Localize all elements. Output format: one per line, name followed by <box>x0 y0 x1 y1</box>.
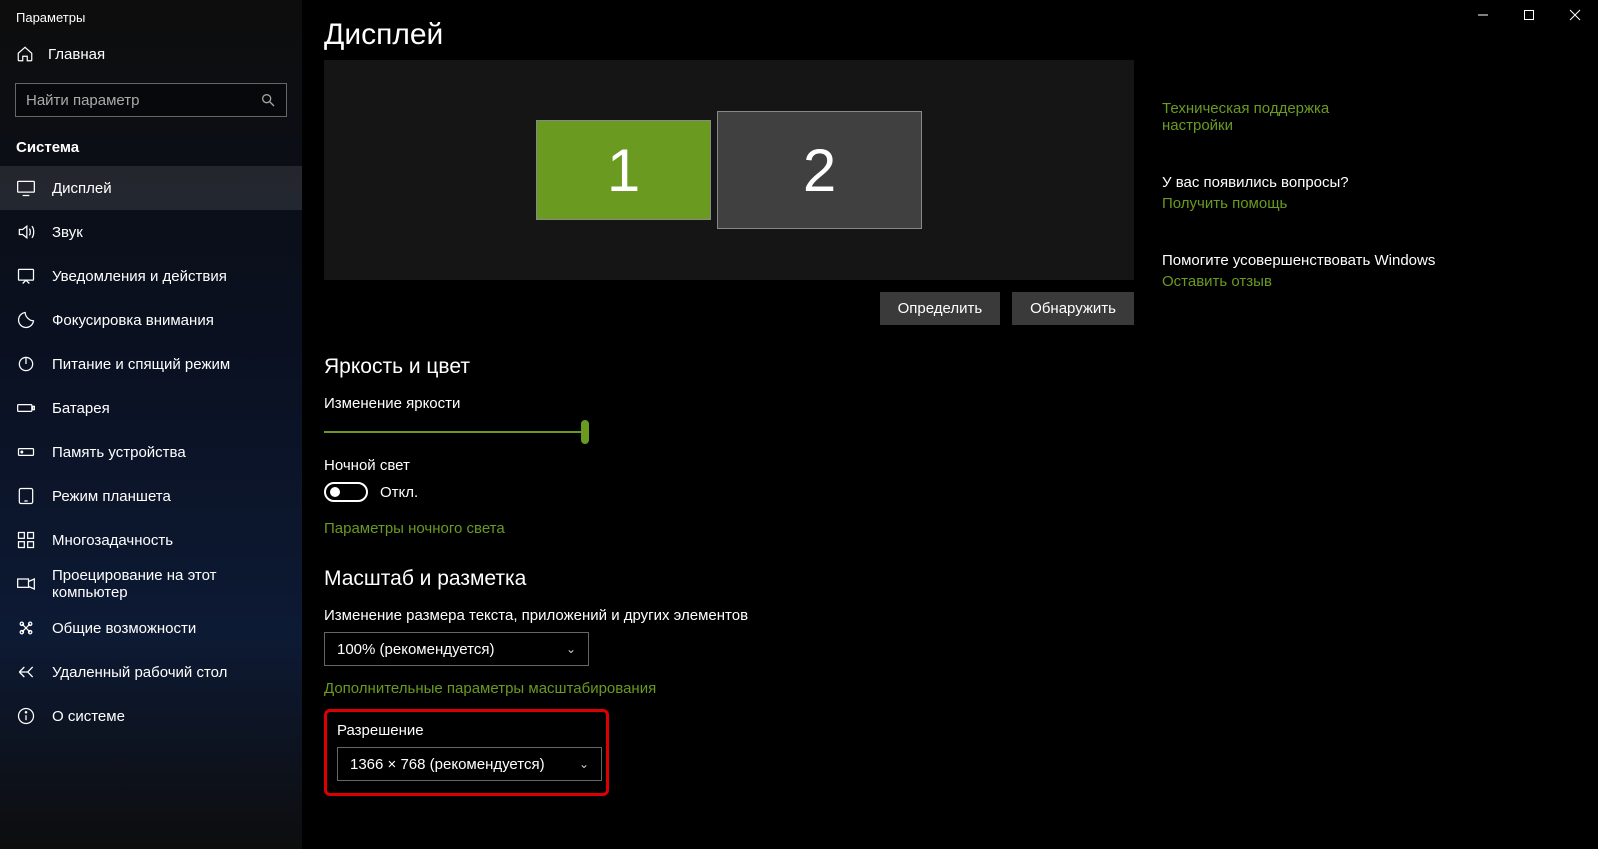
nav-label: Дисплей <box>52 180 112 197</box>
feedback-heading: Помогите усовершенствовать Windows <box>1162 252 1502 269</box>
nav-power[interactable]: Питание и спящий режим <box>0 342 302 386</box>
nav-sound[interactable]: Звук <box>0 210 302 254</box>
nav-remote[interactable]: Удаленный рабочий стол <box>0 650 302 694</box>
night-light-settings-link[interactable]: Параметры ночного света <box>324 520 505 537</box>
scale-select[interactable]: 100% (рекомендуется) ⌄ <box>324 632 589 666</box>
brightness-label: Изменение яркости <box>324 395 1162 412</box>
nav-label: Проецирование на этот компьютер <box>52 567 286 601</box>
minimize-button[interactable] <box>1460 0 1506 30</box>
search-input[interactable] <box>16 92 260 109</box>
scale-label: Изменение размера текста, приложений и д… <box>324 607 1162 624</box>
get-help-link[interactable]: Получить помощь <box>1162 195 1502 212</box>
home-button[interactable]: Главная <box>0 33 302 75</box>
maximize-button[interactable] <box>1506 0 1552 30</box>
nav-about[interactable]: О системе <box>0 694 302 738</box>
about-icon <box>16 706 36 726</box>
main-area: Дисплей 1 2 Определить Обнаружить Яркост… <box>302 0 1598 849</box>
detect-button[interactable]: Обнаружить <box>1012 292 1134 325</box>
advanced-scale-link[interactable]: Дополнительные параметры масштабирования <box>324 680 656 697</box>
nav-label: Память устройства <box>52 444 186 461</box>
nav-label: Уведомления и действия <box>52 268 227 285</box>
monitor-2[interactable]: 2 <box>717 111 922 229</box>
identify-button[interactable]: Определить <box>880 292 1001 325</box>
resolution-label: Разрешение <box>337 722 596 739</box>
category-header: Система <box>0 129 302 166</box>
feedback-link[interactable]: Оставить отзыв <box>1162 273 1502 290</box>
brightness-slider[interactable] <box>324 431 589 433</box>
tablet-icon <box>16 486 36 506</box>
night-light-label: Ночной свет <box>324 457 1162 474</box>
right-panel: Техническая поддержка настройки У вас по… <box>1162 0 1502 849</box>
sound-icon <box>16 222 36 242</box>
nav-multitask[interactable]: Многозадачность <box>0 518 302 562</box>
display-icon <box>16 178 36 198</box>
brightness-heading: Яркость и цвет <box>324 355 1162 379</box>
resolution-select[interactable]: 1366 × 768 (рекомендуется) ⌄ <box>337 747 602 781</box>
window-title: Параметры <box>0 0 302 33</box>
nav-label: О системе <box>52 708 125 725</box>
nav-label: Питание и спящий режим <box>52 356 230 373</box>
home-label: Главная <box>48 46 105 63</box>
close-button[interactable] <box>1552 0 1598 30</box>
project-icon <box>16 574 36 594</box>
night-light-toggle[interactable] <box>324 482 368 502</box>
resolution-highlight-box: Разрешение 1366 × 768 (рекомендуется) ⌄ <box>324 709 609 796</box>
window-controls <box>1460 0 1598 30</box>
remote-icon <box>16 662 36 682</box>
battery-icon <box>16 398 36 418</box>
nav-shared[interactable]: Общие возможности <box>0 606 302 650</box>
nav-label: Фокусировка внимания <box>52 312 214 329</box>
nav-label: Режим планшета <box>52 488 171 505</box>
questions-heading: У вас появились вопросы? <box>1162 174 1502 191</box>
resolution-value: 1366 × 768 (рекомендуется) <box>350 756 545 773</box>
nav-project[interactable]: Проецирование на этот компьютер <box>0 562 302 606</box>
storage-icon <box>16 442 36 462</box>
shared-icon <box>16 618 36 638</box>
scale-value: 100% (рекомендуется) <box>337 641 494 658</box>
nav-notifications[interactable]: Уведомления и действия <box>0 254 302 298</box>
nav-label: Многозадачность <box>52 532 173 549</box>
focus-icon <box>16 310 36 330</box>
scale-heading: Масштаб и разметка <box>324 567 1162 591</box>
nav-label: Батарея <box>52 400 110 417</box>
night-light-state: Откл. <box>380 484 418 501</box>
nav-focus[interactable]: Фокусировка внимания <box>0 298 302 342</box>
support-link[interactable]: Техническая поддержка настройки <box>1162 100 1502 134</box>
nav-storage[interactable]: Память устройства <box>0 430 302 474</box>
sidebar: Параметры Главная Система Дисплей Звук У… <box>0 0 302 849</box>
search-box[interactable] <box>15 83 287 117</box>
page-title: Дисплей <box>324 18 1162 52</box>
search-icon <box>260 92 276 108</box>
notifications-icon <box>16 266 36 286</box>
nav-tablet[interactable]: Режим планшета <box>0 474 302 518</box>
power-icon <box>16 354 36 374</box>
multitask-icon <box>16 530 36 550</box>
monitor-arrange-area[interactable]: 1 2 <box>324 60 1134 280</box>
chevron-down-icon: ⌄ <box>566 642 576 656</box>
nav-label: Общие возможности <box>52 620 196 637</box>
nav-label: Звук <box>52 224 83 241</box>
nav-display[interactable]: Дисплей <box>0 166 302 210</box>
home-icon <box>16 45 34 63</box>
nav-label: Удаленный рабочий стол <box>52 664 227 681</box>
content: Дисплей 1 2 Определить Обнаружить Яркост… <box>302 0 1162 849</box>
chevron-down-icon: ⌄ <box>579 757 589 771</box>
nav-battery[interactable]: Батарея <box>0 386 302 430</box>
monitor-1[interactable]: 1 <box>536 120 711 220</box>
